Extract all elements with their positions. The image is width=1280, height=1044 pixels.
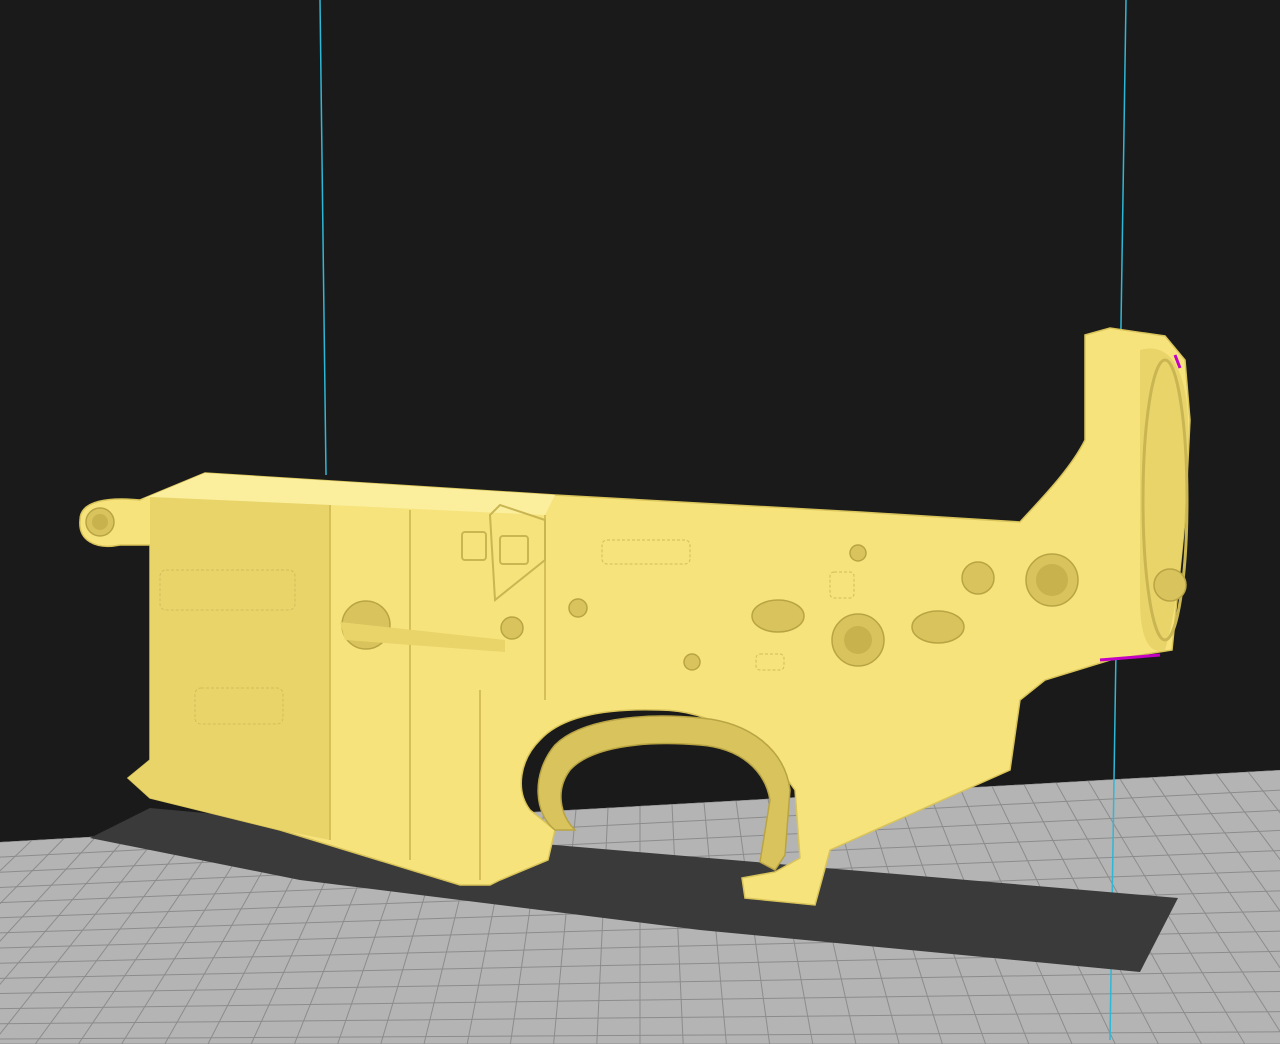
- magwell-front: [128, 497, 330, 840]
- selector-detent-hole: [849, 544, 867, 562]
- takedown-pin-bore: [92, 514, 108, 530]
- buffer-retainer-hole: [1153, 568, 1187, 602]
- hammer-pin-hole: [683, 653, 701, 671]
- 3d-viewport[interactable]: [0, 0, 1280, 1044]
- rear-takedown-bore: [1036, 564, 1068, 596]
- pin-slot: [911, 610, 965, 644]
- pin-slot: [751, 599, 805, 633]
- scene-canvas[interactable]: [0, 0, 1280, 1044]
- trigger-pin-hole: [568, 598, 588, 618]
- safety-selector-bore: [844, 626, 872, 654]
- bolt-catch-pin-hole: [500, 616, 524, 640]
- rear-pivot-hole: [961, 561, 995, 595]
